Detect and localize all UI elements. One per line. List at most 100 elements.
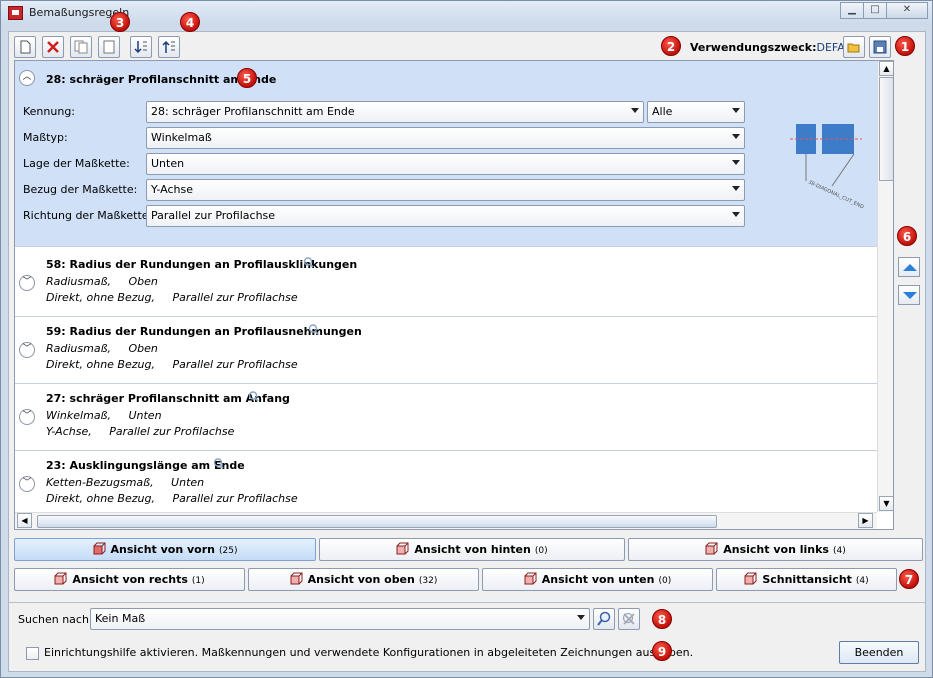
paste-rule-button[interactable] — [98, 36, 120, 58]
sort-down-button[interactable] — [130, 36, 152, 58]
move-down-button[interactable] — [898, 285, 920, 305]
search-icon[interactable] — [248, 391, 259, 402]
view-front-button[interactable]: Ansicht von vorn (25) — [14, 538, 316, 561]
field-label-kennung: Kennung: — [23, 105, 76, 118]
cube-top-icon — [290, 572, 303, 585]
list-item[interactable]: ﹀ 27: schräger Profilanschnitt am Anfang… — [15, 385, 877, 451]
maximize-button[interactable]: □ — [863, 2, 887, 19]
move-up-button[interactable] — [898, 257, 920, 277]
chevron-down-icon — [732, 134, 740, 139]
search-icon[interactable] — [303, 257, 314, 268]
kennung-filter-value: Alle — [652, 105, 673, 118]
view-count: (32) — [418, 576, 438, 586]
field-label-lage: Lage der Maßkette: — [23, 157, 130, 170]
arrow-up-icon — [903, 264, 917, 271]
list-item[interactable]: ﹀ 58: Radius der Rundungen an Profilausk… — [15, 251, 877, 317]
cube-bottom-icon — [524, 572, 537, 585]
open-folder-button[interactable] — [843, 36, 865, 58]
masstyp-value: Winkelmaß — [151, 131, 212, 144]
close-button[interactable]: ✕ — [886, 2, 928, 19]
delete-icon — [47, 41, 59, 53]
kennung-filter-select[interactable]: Alle — [647, 101, 745, 123]
bezug-select[interactable]: Y-Achse — [146, 179, 745, 201]
scroll-left-icon[interactable]: ◀ — [17, 513, 32, 528]
setup-help-checkbox[interactable] — [26, 647, 39, 660]
rule-detail-2: Direkt, ohne Bezug, Parallel zur Profila… — [46, 358, 298, 371]
chevron-down-icon — [732, 160, 740, 165]
cube-back-icon — [396, 542, 409, 555]
search-icon — [597, 611, 611, 626]
masstyp-select[interactable]: Winkelmaß — [146, 127, 745, 149]
view-left-button[interactable]: Ansicht von links (4) — [628, 538, 923, 561]
lage-value: Unten — [151, 157, 185, 170]
list-item[interactable]: ﹀ 59: Radius der Rundungen an Profilausn… — [15, 318, 877, 384]
horizontal-scrollbar[interactable]: ◀ ▶ — [15, 512, 877, 529]
collapse-icon[interactable]: ︿ — [19, 70, 35, 86]
chevron-down-icon — [732, 212, 740, 217]
expand-icon[interactable]: ﹀ — [19, 275, 35, 291]
end-button[interactable]: Beenden — [839, 641, 919, 664]
view-label: Ansicht von links — [723, 543, 829, 556]
view-count: (4) — [855, 576, 869, 586]
search-select[interactable]: Kein Maß — [90, 608, 590, 630]
rule-detail-1: Winkelmaß, Unten — [46, 409, 162, 422]
paste-icon — [103, 40, 115, 54]
chevron-down-icon — [577, 615, 585, 620]
search-icon[interactable] — [308, 324, 319, 335]
scroll-up-icon[interactable]: ▲ — [879, 61, 893, 76]
clear-search-icon — [622, 612, 635, 625]
dialog-window: Bemaßungsregeln ▁ □ ✕ 3 4 2 Verwendungsz… — [0, 0, 933, 678]
expand-icon[interactable]: ﹀ — [19, 342, 35, 358]
view-right-button[interactable]: Ansicht von rechts (1) — [14, 568, 245, 591]
view-label: Ansicht von unten — [541, 573, 655, 586]
sort-up-icon — [162, 40, 175, 53]
vertical-scrollbar[interactable]: ▲ ▼ — [877, 61, 893, 512]
app-icon — [8, 6, 23, 20]
scroll-right-icon[interactable]: ▶ — [858, 513, 873, 528]
rule-detail-2: Direkt, ohne Bezug, Parallel zur Profila… — [46, 492, 298, 505]
expand-icon[interactable]: ﹀ — [19, 476, 35, 492]
copy-rule-button[interactable] — [70, 36, 92, 58]
delete-rule-button[interactable] — [42, 36, 64, 58]
rules-list: ︿ 28: schräger Profilanschnitt am Ende 5… — [14, 60, 894, 530]
view-top-button[interactable]: Ansicht von oben (32) — [248, 568, 479, 591]
minimize-button[interactable]: ▁ — [840, 2, 864, 19]
rule-detail-1: Radiusmaß, Oben — [46, 342, 158, 355]
view-label: Ansicht von rechts — [72, 573, 188, 586]
chevron-down-icon — [732, 108, 740, 113]
divider — [9, 602, 925, 603]
view-count: (1) — [191, 576, 205, 586]
save-config-button[interactable] — [869, 36, 891, 58]
callout-badge-7: 7 — [899, 569, 919, 589]
sort-up-button[interactable] — [158, 36, 180, 58]
search-icon[interactable] — [213, 458, 224, 469]
cube-left-icon — [705, 542, 718, 555]
list-item[interactable]: ﹀ 23: Ausklingungslänge am Ende Ketten-B… — [15, 452, 877, 518]
view-section-button[interactable]: Schnittansicht (4) — [716, 568, 897, 591]
callout-badge-8: 8 — [652, 609, 672, 629]
view-count: (0) — [534, 546, 548, 556]
search-value: Kein Maß — [95, 612, 146, 625]
purpose-caption: Verwendungszweck: — [690, 41, 817, 54]
callout-badge-2: 2 — [661, 36, 681, 56]
view-count: (25) — [219, 546, 238, 556]
view-count: (0) — [658, 576, 672, 586]
callout-badge-9: 9 — [652, 641, 672, 661]
chevron-down-icon — [732, 186, 740, 191]
search-button[interactable] — [593, 608, 615, 630]
title-bar: Bemaßungsregeln ▁ □ ✕ — [1, 1, 932, 25]
richtung-select[interactable]: Parallel zur Profilachse — [146, 205, 745, 227]
view-bottom-button[interactable]: Ansicht von unten (0) — [482, 568, 713, 591]
chevron-down-icon — [631, 108, 639, 113]
lage-select[interactable]: Unten — [146, 153, 745, 175]
horizontal-scroll-thumb[interactable] — [37, 515, 717, 528]
clear-search-button[interactable] — [618, 608, 640, 630]
kennung-select[interactable]: 28: schräger Profilanschnitt am Ende — [146, 101, 644, 123]
new-rule-button[interactable] — [14, 36, 36, 58]
vertical-scroll-thumb[interactable] — [879, 77, 893, 181]
expand-icon[interactable]: ﹀ — [19, 409, 35, 425]
view-back-button[interactable]: Ansicht von hinten (0) — [319, 538, 625, 561]
rule-preview-image: 38-DIAGONAL_CUT_END — [790, 124, 865, 210]
scroll-down-icon[interactable]: ▼ — [879, 496, 893, 511]
rule-detail-1: Ketten-Bezugsmaß, Unten — [46, 476, 205, 489]
